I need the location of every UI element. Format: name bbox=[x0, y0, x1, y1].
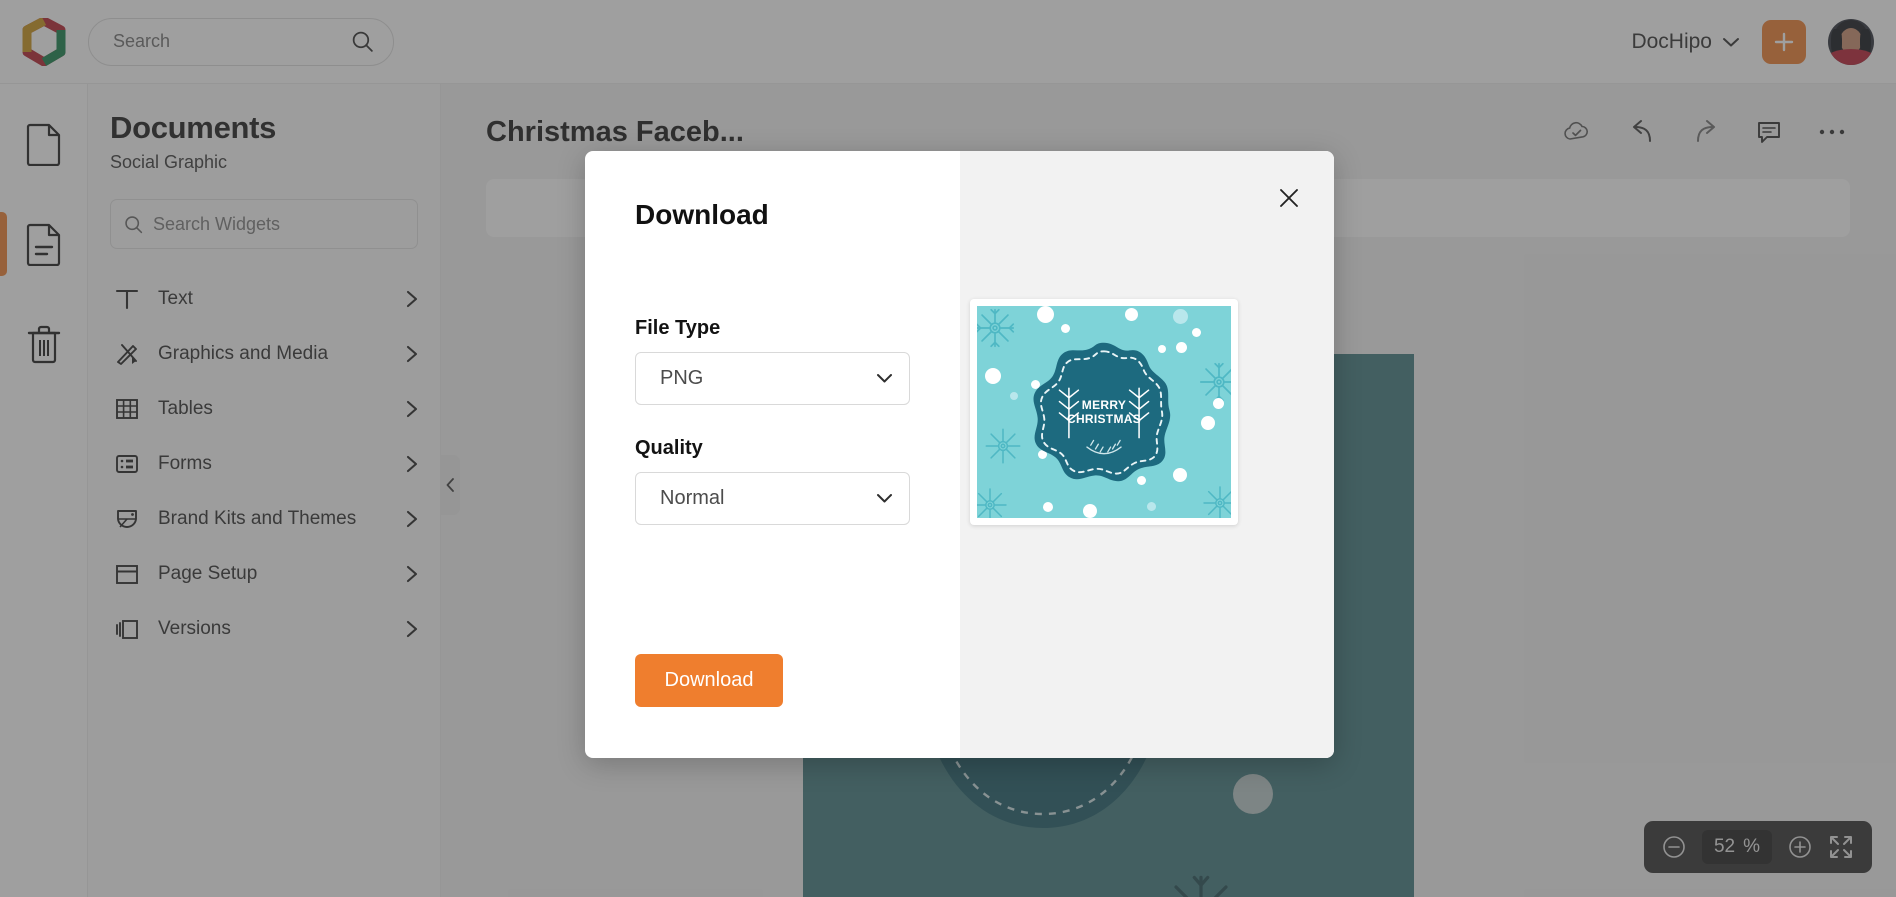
snow-dot bbox=[985, 368, 1001, 384]
preview-card: MERRY CHRISTMAS bbox=[970, 299, 1238, 525]
snow-dot bbox=[1173, 309, 1188, 324]
modal-preview-pane: MERRY CHRISTMAS bbox=[960, 151, 1334, 758]
snow-dot bbox=[1083, 504, 1097, 518]
badge-text: MERRY CHRISTMAS bbox=[1067, 398, 1141, 426]
modal-left-pane: Download File Type PNG Quality Normal Do… bbox=[585, 151, 960, 758]
snow-dot bbox=[1037, 306, 1054, 323]
snow-dot bbox=[1010, 392, 1018, 400]
snow-dot bbox=[1192, 328, 1201, 337]
close-icon bbox=[1280, 189, 1298, 207]
snow-dot bbox=[1147, 502, 1156, 511]
download-modal: Download File Type PNG Quality Normal Do… bbox=[585, 151, 1334, 758]
close-button[interactable] bbox=[1274, 183, 1304, 213]
snowflake-icon bbox=[977, 308, 1015, 348]
christmas-badge: MERRY CHRISTMAS bbox=[1028, 339, 1180, 485]
preview-artwork: MERRY CHRISTMAS bbox=[977, 306, 1231, 518]
snow-dot bbox=[1213, 398, 1224, 409]
app-root: DocHipo bbox=[0, 0, 1896, 897]
quality-label: Quality bbox=[635, 437, 703, 459]
snow-dot bbox=[1125, 308, 1138, 321]
snow-dot bbox=[1061, 324, 1070, 333]
quality-select[interactable]: Normal bbox=[635, 472, 910, 525]
chevron-down-icon bbox=[877, 494, 892, 503]
file-type-value: PNG bbox=[660, 367, 704, 389]
snowflake-icon bbox=[985, 428, 1021, 464]
file-type-select[interactable]: PNG bbox=[635, 352, 910, 405]
snow-dot bbox=[1043, 502, 1053, 512]
snowflake-icon bbox=[1199, 362, 1231, 402]
badge-line-2: CHRISTMAS bbox=[1066, 412, 1142, 426]
quality-value: Normal bbox=[660, 487, 725, 509]
snowflake-icon bbox=[1203, 486, 1231, 518]
chevron-down-icon bbox=[877, 374, 892, 383]
snowflake-icon bbox=[977, 488, 1007, 518]
download-button[interactable]: Download bbox=[635, 654, 783, 707]
modal-title: Download bbox=[635, 199, 769, 230]
snow-dot bbox=[1201, 416, 1215, 430]
file-type-label: File Type bbox=[635, 317, 721, 339]
badge-line-1: MERRY bbox=[1081, 398, 1127, 412]
